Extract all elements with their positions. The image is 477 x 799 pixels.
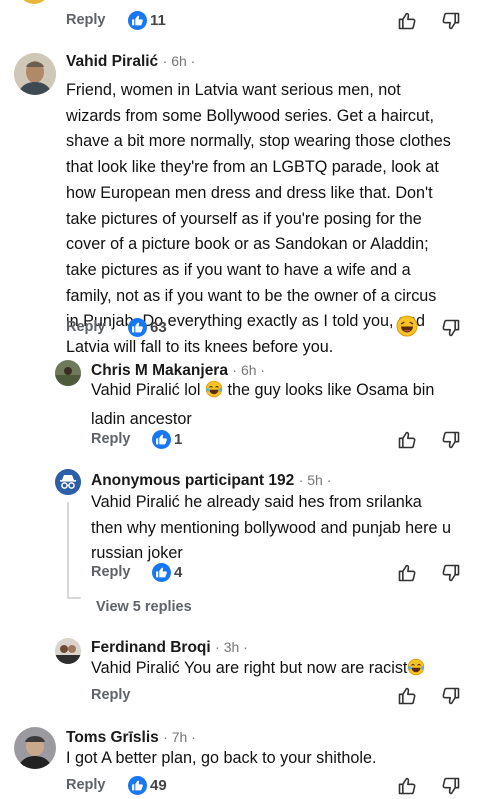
comment-header: Toms Grīslis · 7h ·: [66, 729, 196, 747]
comment-line: take pictures as if you want to have a w…: [66, 260, 411, 279]
like-reaction-icon: [152, 563, 171, 582]
comment-header: Ferdinand Broqi · 3h ·: [91, 639, 248, 657]
comment-line: Vahid Piralić he already said hes from s…: [91, 493, 422, 511]
thread-branch: [67, 597, 81, 599]
comment-line: how European men dress and dress like th…: [66, 183, 433, 202]
like-count: 49: [150, 777, 167, 794]
avatar-partial: [18, 0, 50, 4]
thumbs-up-icon[interactable]: [397, 562, 417, 589]
thumbs-down-icon[interactable]: [441, 429, 461, 456]
like-reaction-icon: [128, 11, 147, 30]
author-name[interactable]: Toms Grīslis: [66, 729, 159, 746]
thumbs-up-icon[interactable]: [397, 685, 417, 712]
comment-line: cover of a picture book or as Sandokan o…: [66, 235, 429, 254]
timestamp: · 5h ·: [298, 472, 332, 488]
like-reaction-icon: [152, 430, 171, 449]
comment-header: Anonymous participant 192 · 5h ·: [91, 472, 331, 490]
avatar[interactable]: [55, 638, 81, 664]
reply-button[interactable]: Reply: [91, 564, 131, 580]
timestamp: · 6h ·: [232, 362, 266, 378]
timestamp: · 3h ·: [215, 639, 248, 655]
avatar[interactable]: [55, 469, 81, 495]
author-name[interactable]: Anonymous participant 192: [91, 472, 294, 489]
comment-line: take pictures of yourself as if you're p…: [66, 209, 422, 228]
comment-text: the guy looks like Osama bin: [222, 381, 435, 399]
thumbs-down-icon[interactable]: [441, 685, 461, 712]
reply-button[interactable]: Reply: [66, 777, 106, 793]
comment-line: that look like they're from an LGBTQ par…: [66, 158, 439, 177]
thumbs-up-icon[interactable]: [397, 775, 417, 799]
comment-line: Vahid Piralić lol the guy looks like Osa…: [91, 378, 471, 407]
like-count: 1: [174, 431, 183, 448]
comment-body: Vahid Piralić he already said hes from s…: [91, 490, 471, 567]
author-name[interactable]: Vahid Piralić: [66, 53, 158, 70]
like-count: 11: [150, 12, 166, 29]
comment-header: Vahid Piralić · 6h ·: [66, 53, 195, 71]
thumbs-down-icon[interactable]: [441, 775, 461, 799]
avatar[interactable]: [14, 53, 56, 95]
like-reaction-icon: [128, 776, 147, 795]
thumbs-down-icon[interactable]: [441, 10, 461, 37]
reply-button[interactable]: Reply: [91, 687, 131, 703]
comment-line: Friend, women in Latvia want serious men…: [66, 81, 401, 99]
reply-button[interactable]: Reply: [66, 319, 106, 335]
thumbs-down-icon[interactable]: [441, 317, 461, 344]
avatar[interactable]: [14, 727, 56, 769]
incognito-icon: [55, 469, 81, 495]
timestamp: · 6h ·: [162, 53, 196, 69]
thumbs-up-icon[interactable]: [397, 10, 417, 37]
comment-line: family, not as if you want to be the own…: [66, 286, 437, 305]
comment-text: I got A better plan, go back to your shi…: [66, 749, 377, 767]
view-replies-link[interactable]: View 5 replies: [96, 599, 192, 615]
like-reaction-icon: [128, 318, 147, 337]
comment-line: shave a bit more normally, stop wearing …: [66, 132, 451, 151]
tears-of-joy-emoji-icon: [205, 380, 223, 407]
laughing-face-icon[interactable]: [396, 315, 418, 342]
reply-button[interactable]: Reply: [66, 12, 106, 28]
like-count: 63: [150, 319, 167, 336]
reply-button[interactable]: Reply: [91, 431, 131, 447]
comment-body: I got A better plan, go back to your shi…: [66, 746, 471, 772]
comment-text: Vahid Piralić You are right but now are …: [91, 659, 408, 677]
avatar[interactable]: [55, 360, 81, 386]
tears-of-joy-emoji-icon: [407, 658, 425, 685]
thread-line: [67, 502, 69, 599]
thumbs-up-icon[interactable]: [397, 429, 417, 456]
comment-body: Vahid Piralić lol the guy looks like Osa…: [91, 378, 471, 432]
comment-line: then why mentioning bollywood and punjab…: [91, 518, 451, 537]
comment-body: Vahid Piralić You are right but now are …: [91, 656, 476, 685]
author-name[interactable]: Ferdinand Broqi: [91, 639, 211, 656]
author-name[interactable]: Chris M Makanjera: [91, 362, 228, 379]
comment-text: Vahid Piralić lol: [91, 381, 201, 399]
thumbs-down-icon[interactable]: [441, 562, 461, 589]
like-count: 4: [174, 564, 183, 581]
comment-line: wizards from some Bollywood series. Get …: [66, 106, 434, 125]
timestamp: · 7h ·: [163, 729, 196, 745]
